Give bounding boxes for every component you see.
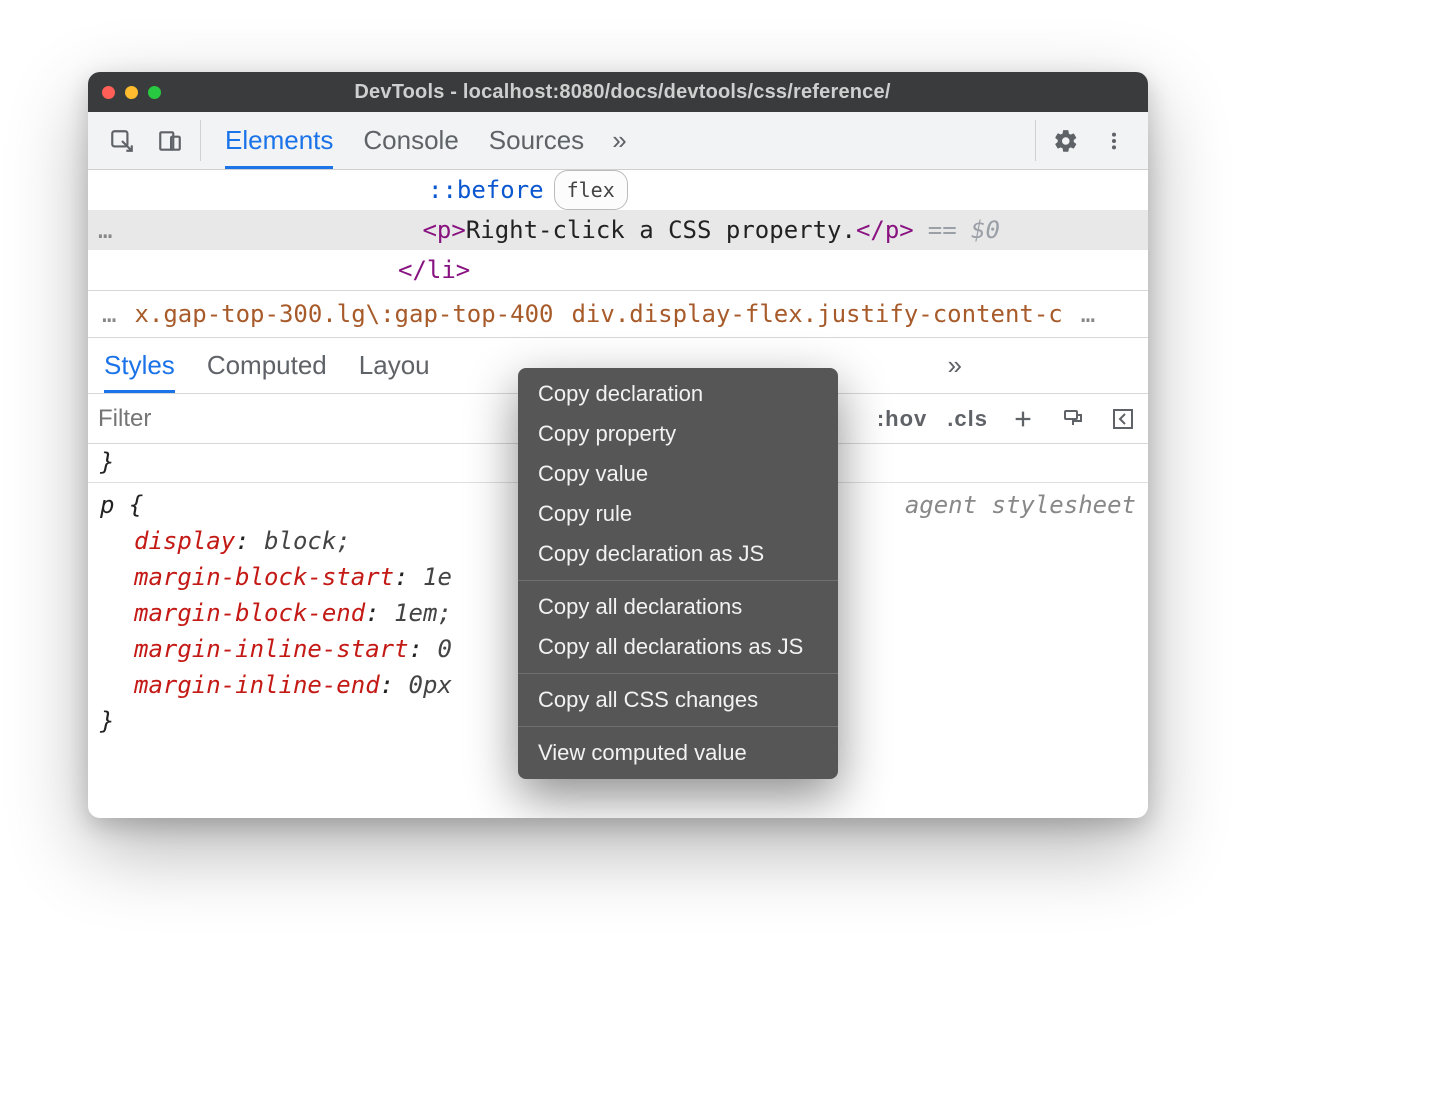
- main-toolbar: Elements Console Sources »: [88, 112, 1148, 170]
- open-tag: <p>: [422, 211, 465, 249]
- breadcrumb[interactable]: … x.gap-top-300.lg\:gap-top-400 div.disp…: [88, 290, 1148, 338]
- tab-console[interactable]: Console: [363, 112, 458, 169]
- close-tag: </p>: [856, 211, 914, 249]
- subtab-layout[interactable]: Layou: [359, 338, 430, 393]
- inspect-icon[interactable]: [98, 112, 146, 169]
- dom-closing-row[interactable]: </li>: [88, 250, 1148, 290]
- breadcrumb-item[interactable]: x.gap-top-300.lg\:gap-top-400: [134, 300, 553, 328]
- menu-copy-property[interactable]: Copy property: [518, 414, 838, 454]
- collapse-indicator[interactable]: …: [88, 211, 122, 249]
- dom-selected-row[interactable]: … <p> Right-click a CSS property. </p> =…: [88, 210, 1148, 250]
- new-style-rule-icon[interactable]: [1008, 404, 1038, 434]
- hover-toggle[interactable]: :hov: [877, 406, 927, 432]
- toolbar-separator: [1035, 120, 1036, 161]
- menu-view-computed-value[interactable]: View computed value: [518, 733, 838, 773]
- context-menu: Copy declaration Copy property Copy valu…: [518, 368, 838, 779]
- menu-copy-rule[interactable]: Copy rule: [518, 494, 838, 534]
- layout-badge[interactable]: flex: [554, 170, 628, 210]
- tab-sources[interactable]: Sources: [489, 112, 584, 169]
- rule-selector[interactable]: p {: [100, 491, 143, 519]
- node-text: Right-click a CSS property.: [466, 211, 856, 249]
- menu-separator: [518, 726, 838, 727]
- rule-source[interactable]: agent stylesheet: [905, 487, 1136, 523]
- subtab-computed[interactable]: Computed: [207, 338, 327, 393]
- menu-separator: [518, 673, 838, 674]
- kebab-menu-icon[interactable]: [1090, 112, 1138, 169]
- dom-pseudo-row[interactable]: ::before flex: [88, 170, 1148, 210]
- pseudo-element-label: ::before: [428, 171, 544, 209]
- computed-panel-icon[interactable]: [1108, 404, 1138, 434]
- titlebar: DevTools - localhost:8080/docs/devtools/…: [88, 72, 1148, 112]
- cls-toggle[interactable]: .cls: [947, 406, 988, 432]
- dom-tree[interactable]: ::before flex … <p> Right-click a CSS pr…: [88, 170, 1148, 290]
- tab-elements[interactable]: Elements: [225, 112, 333, 169]
- paint-icon[interactable]: [1058, 404, 1088, 434]
- window-title: DevTools - localhost:8080/docs/devtools/…: [111, 81, 1134, 104]
- subtabs-overflow-icon[interactable]: »: [948, 338, 962, 393]
- menu-copy-all-declarations[interactable]: Copy all declarations: [518, 587, 838, 627]
- breadcrumb-item[interactable]: div.display-flex.justify-content-c: [571, 300, 1062, 328]
- menu-copy-declaration-js[interactable]: Copy declaration as JS: [518, 534, 838, 574]
- menu-copy-value[interactable]: Copy value: [518, 454, 838, 494]
- toolbar-separator: [200, 120, 201, 161]
- menu-separator: [518, 580, 838, 581]
- dollar-zero-hint: == $0: [928, 211, 1000, 249]
- menu-copy-declaration[interactable]: Copy declaration: [518, 374, 838, 414]
- subtab-styles[interactable]: Styles: [104, 338, 175, 393]
- menu-copy-all-css-changes[interactable]: Copy all CSS changes: [518, 680, 838, 720]
- tabs-overflow-icon[interactable]: »: [602, 112, 636, 169]
- device-toggle-icon[interactable]: [146, 112, 194, 169]
- breadcrumb-left-ellipsis[interactable]: …: [102, 300, 116, 328]
- devtools-window: DevTools - localhost:8080/docs/devtools/…: [88, 72, 1148, 818]
- gear-icon[interactable]: [1042, 112, 1090, 169]
- closing-tag: </li>: [398, 251, 470, 289]
- breadcrumb-right-ellipsis[interactable]: …: [1081, 300, 1095, 328]
- main-tabs: Elements Console Sources: [207, 112, 602, 169]
- menu-copy-all-declarations-js[interactable]: Copy all declarations as JS: [518, 627, 838, 667]
